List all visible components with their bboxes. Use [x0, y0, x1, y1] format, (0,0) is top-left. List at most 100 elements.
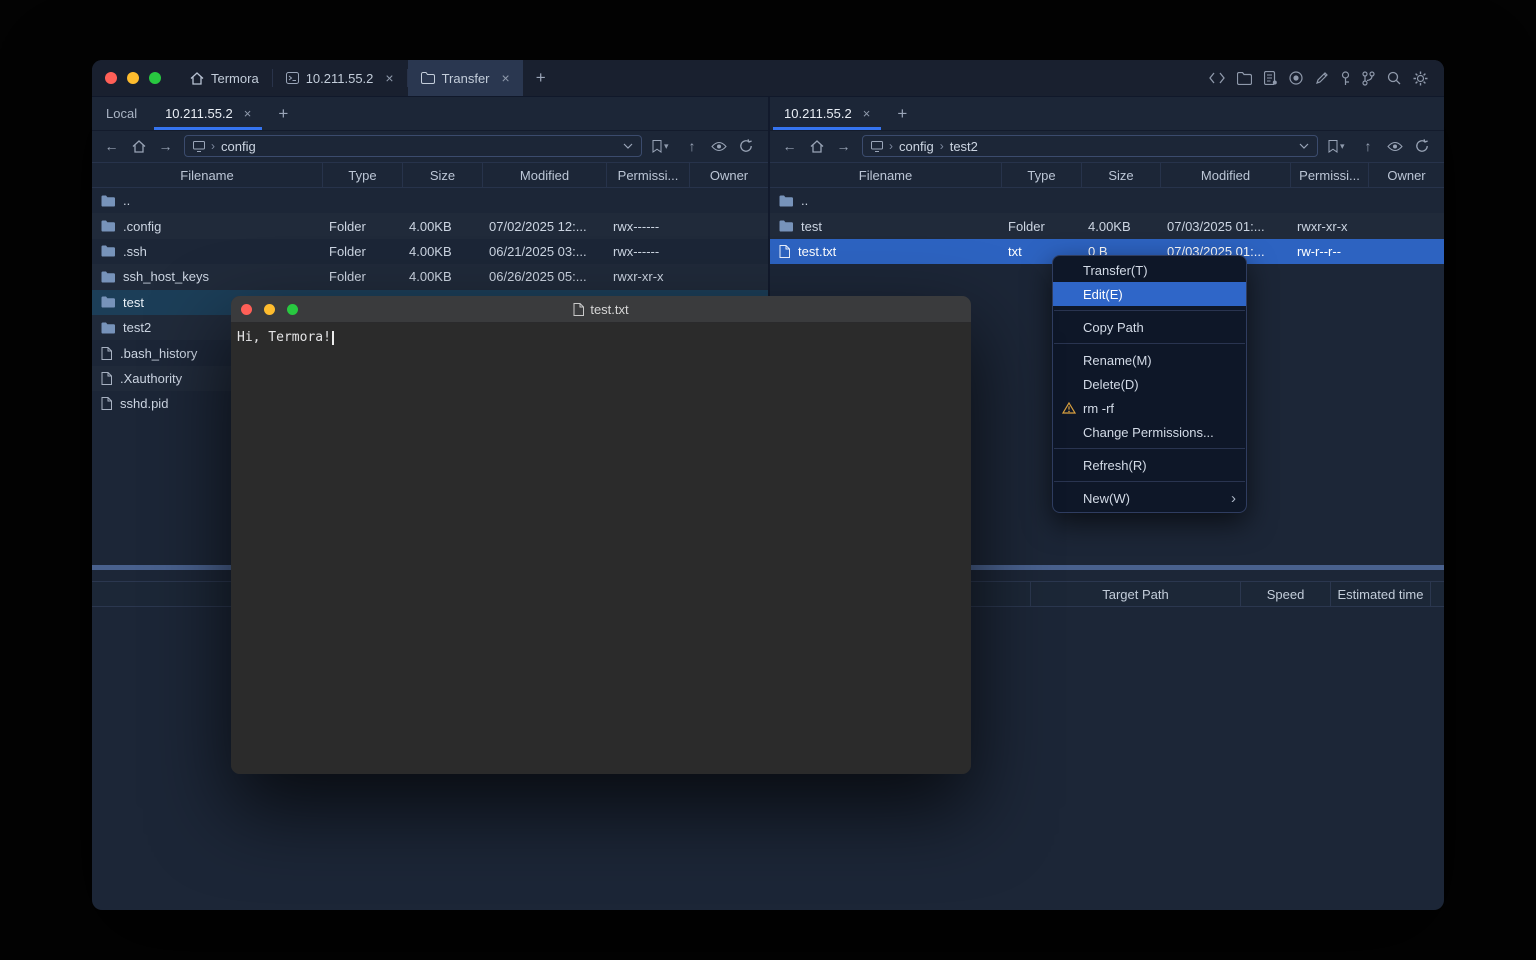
- tab-transfer[interactable]: Transfer ×: [408, 60, 523, 96]
- column-header-type[interactable]: Type: [323, 163, 403, 187]
- branch-icon[interactable]: [1362, 71, 1375, 86]
- column-header-filename[interactable]: Filename: [770, 163, 1002, 187]
- zoom-window-button[interactable]: [287, 304, 298, 315]
- close-icon[interactable]: ×: [863, 107, 871, 120]
- right-new-tab-button[interactable]: +: [884, 97, 920, 130]
- folder-icon[interactable]: [1237, 72, 1252, 85]
- editor-titlebar[interactable]: test.txt: [231, 296, 971, 323]
- bookmark-button[interactable]: ▾: [652, 140, 669, 153]
- menu-item-copy-path[interactable]: Copy Path: [1053, 315, 1246, 339]
- folder-icon: [101, 296, 115, 308]
- settings-icon[interactable]: [1413, 71, 1428, 86]
- file-row[interactable]: ..: [92, 188, 768, 213]
- file-name: test.txt: [798, 244, 836, 259]
- tab-host-session[interactable]: 10.211.55.2 ×: [273, 60, 407, 96]
- search-icon[interactable]: [1387, 71, 1401, 85]
- column-header-estimated-time[interactable]: Estimated time: [1330, 582, 1430, 606]
- file-row[interactable]: ssh_host_keys Folder 4.00KB 06/26/2025 0…: [92, 264, 768, 289]
- close-window-button[interactable]: [241, 304, 252, 315]
- refresh-button[interactable]: [1409, 139, 1436, 153]
- menu-item-edit[interactable]: Edit(E): [1053, 282, 1246, 306]
- titlebar-actions: [1209, 60, 1444, 96]
- editor-title-text: test.txt: [590, 302, 628, 317]
- refresh-button[interactable]: [733, 139, 760, 153]
- record-icon[interactable]: [1289, 71, 1303, 85]
- new-tab-button[interactable]: +: [523, 60, 559, 96]
- file-type: Folder: [323, 244, 403, 259]
- column-header-permissions[interactable]: Permissi...: [607, 163, 690, 187]
- forward-button[interactable]: →: [830, 138, 857, 154]
- parent-dir-button[interactable]: ↑: [679, 138, 706, 154]
- file-row[interactable]: test Folder 4.00KB 07/03/2025 01:... rwx…: [770, 213, 1444, 238]
- close-icon[interactable]: ×: [502, 71, 510, 85]
- path-segment[interactable]: test2: [950, 139, 978, 154]
- file-modified: 06/26/2025 05:...: [483, 269, 607, 284]
- column-header-type[interactable]: Type: [1002, 163, 1082, 187]
- path-segment[interactable]: config: [221, 139, 256, 154]
- close-window-button[interactable]: [105, 72, 117, 84]
- left-new-tab-button[interactable]: +: [265, 97, 301, 130]
- menu-item-label: rm -rf: [1083, 401, 1114, 416]
- chevron-down-icon[interactable]: [1299, 143, 1309, 149]
- path-separator: ›: [940, 139, 944, 153]
- parent-dir-button[interactable]: ↑: [1355, 138, 1382, 154]
- column-header-owner[interactable]: Owner: [1369, 163, 1444, 187]
- column-header-permissions[interactable]: Permissi...: [1291, 163, 1369, 187]
- file-size: 4.00KB: [1082, 219, 1161, 234]
- file-row[interactable]: .config Folder 4.00KB 07/02/2025 12:... …: [92, 213, 768, 238]
- minimize-window-button[interactable]: [127, 72, 139, 84]
- column-header-modified[interactable]: Modified: [1161, 163, 1291, 187]
- menu-item-transfer[interactable]: Transfer(T): [1053, 258, 1246, 282]
- close-icon[interactable]: ×: [244, 107, 252, 120]
- tab-label: 10.211.55.2: [306, 71, 374, 86]
- tab-label: 10.211.55.2: [165, 106, 233, 121]
- folder-icon: [779, 195, 793, 207]
- column-header-size[interactable]: Size: [403, 163, 483, 187]
- terminal-icon: [286, 72, 299, 84]
- app-tabs: Termora 10.211.55.2 × Transfer × +: [177, 60, 559, 96]
- pencil-icon[interactable]: [1315, 71, 1329, 85]
- file-row[interactable]: .ssh Folder 4.00KB 06/21/2025 03:... rwx…: [92, 239, 768, 264]
- left-tab-local[interactable]: Local: [92, 97, 151, 130]
- file-name: .config: [123, 219, 161, 234]
- back-button[interactable]: ←: [98, 138, 125, 154]
- home-button[interactable]: [803, 140, 830, 153]
- forward-button[interactable]: →: [152, 138, 179, 154]
- menu-item-rename[interactable]: Rename(M): [1053, 348, 1246, 372]
- show-hidden-button[interactable]: [1382, 141, 1409, 152]
- editor-content[interactable]: Hi, Termora!: [231, 323, 971, 774]
- key-icon[interactable]: [1341, 71, 1350, 86]
- code-icon[interactable]: [1209, 72, 1225, 84]
- right-tab-remote[interactable]: 10.211.55.2 ×: [770, 97, 884, 130]
- menu-item-rm-rf[interactable]: rm -rf: [1053, 396, 1246, 420]
- menu-item-label: New(W): [1083, 491, 1130, 506]
- bookmark-button[interactable]: ▾: [1328, 140, 1345, 153]
- menu-item-new[interactable]: New(W) ›: [1053, 486, 1246, 510]
- column-header-modified[interactable]: Modified: [483, 163, 607, 187]
- back-button[interactable]: ←: [776, 138, 803, 154]
- column-header-speed[interactable]: Speed: [1240, 582, 1330, 606]
- home-button[interactable]: [125, 140, 152, 153]
- chevron-down-icon[interactable]: [623, 143, 633, 149]
- column-header-size[interactable]: Size: [1082, 163, 1161, 187]
- file-row[interactable]: ..: [770, 188, 1444, 213]
- column-header-filename[interactable]: Filename: [92, 163, 323, 187]
- log-icon[interactable]: [1264, 71, 1277, 85]
- path-segment[interactable]: config: [899, 139, 934, 154]
- zoom-window-button[interactable]: [149, 72, 161, 84]
- menu-item-delete[interactable]: Delete(D): [1053, 372, 1246, 396]
- tab-termora[interactable]: Termora: [177, 60, 272, 96]
- show-hidden-button[interactable]: [706, 141, 733, 152]
- editor-window-controls: [231, 304, 298, 315]
- menu-item-change-permissions[interactable]: Change Permissions...: [1053, 420, 1246, 444]
- column-header-owner[interactable]: Owner: [690, 163, 768, 187]
- file-type: Folder: [1002, 219, 1082, 234]
- menu-item-refresh[interactable]: Refresh(R): [1053, 453, 1246, 477]
- column-header-target-path[interactable]: Target Path: [1030, 582, 1240, 606]
- left-path-field[interactable]: › config: [184, 135, 642, 157]
- right-path-field[interactable]: › config › test2: [862, 135, 1318, 157]
- close-icon[interactable]: ×: [385, 71, 393, 85]
- left-tab-remote[interactable]: 10.211.55.2 ×: [151, 97, 265, 130]
- minimize-window-button[interactable]: [264, 304, 275, 315]
- folder-icon: [779, 220, 793, 232]
